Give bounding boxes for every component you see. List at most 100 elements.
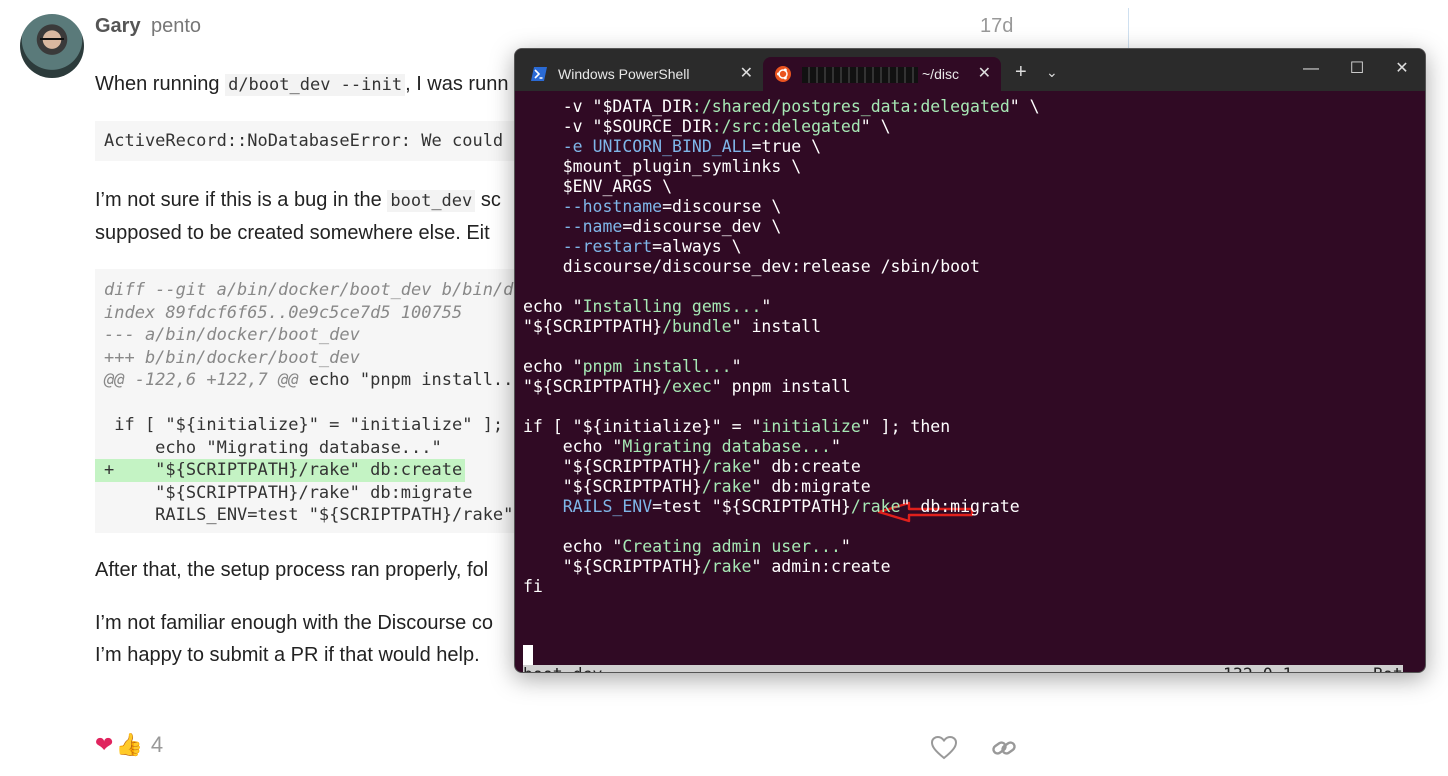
- terminal-token: echo ": [523, 297, 583, 316]
- terminal-line: "${SCRIPTPATH}/bundle" install: [523, 317, 821, 337]
- terminal-token: =discourse \: [662, 197, 782, 216]
- diff-line: echo "Migrating database...": [104, 437, 442, 458]
- tab-title-path: ~/disc: [922, 66, 959, 82]
- p2-inline-code: boot_dev: [387, 190, 476, 212]
- timeline-divider: [1128, 8, 1129, 48]
- terminal-token: echo ": [523, 357, 583, 376]
- diff-line: if [ "${initialize}" = "initialize" ];: [104, 415, 504, 435]
- tab-close-icon[interactable]: ✕: [978, 57, 991, 91]
- like-heart-icon[interactable]: [930, 734, 958, 762]
- tab-title-ubuntu: ~/disc: [802, 57, 959, 91]
- diff-hunk-line: @@ -122,6 +122,7 @@ echo "pnpm install..…: [95, 369, 535, 392]
- avatar-glasses-icon: [40, 38, 64, 44]
- diff-line: "${SCRIPTPATH}/rake" db:migrate: [104, 482, 473, 503]
- terminal-token: /rake: [701, 557, 752, 576]
- tab-close-icon[interactable]: ✕: [740, 57, 753, 91]
- terminal-line: --restart=always \: [523, 237, 742, 257]
- terminal-token: Installing gems...: [582, 297, 762, 316]
- diff-line: --- a/bin/docker/boot_dev: [104, 325, 360, 345]
- status-filename: boot_dev: [523, 665, 602, 672]
- heart-icon[interactable]: ❤: [95, 732, 113, 757]
- terminal-line: RAILS_ENV=test "${SCRIPTPATH}/rake" db:m…: [523, 497, 1020, 517]
- terminal-token: " db:migrate: [751, 477, 871, 496]
- terminal-line: -v "$SOURCE_DIR:/src:delegated" \: [523, 117, 891, 137]
- terminal-token: =test "${SCRIPTPATH}: [652, 497, 851, 516]
- terminal-token: ": [761, 297, 772, 316]
- terminal-token: " pnpm install: [711, 377, 851, 396]
- terminal-content[interactable]: boot_dev 132,0-1 Bot -v "$DATA_DIR:/shar…: [515, 97, 1425, 672]
- post-username[interactable]: Gary: [95, 15, 141, 38]
- terminal-line: $mount_plugin_symlinks \: [523, 157, 801, 177]
- terminal-token: =always \: [652, 237, 742, 256]
- terminal-window[interactable]: Windows PowerShell ✕ ~/disc ✕ + ⌄ — ☐ ✕ …: [514, 48, 1426, 673]
- terminal-token: echo ": [523, 437, 623, 456]
- tab-title-powershell: Windows PowerShell: [558, 66, 690, 82]
- p1-text-pre: When running: [95, 73, 226, 95]
- terminal-token: "${SCRIPTPATH}: [523, 557, 702, 576]
- terminal-token: " \: [860, 117, 891, 136]
- diff-code-block: diff --git a/bin/docker/boot_dev b/bin/d…: [95, 269, 535, 533]
- terminal-line: discourse/discourse_dev:release /sbin/bo…: [523, 257, 980, 277]
- share-link-icon[interactable]: [990, 734, 1018, 762]
- terminal-token: ": [840, 537, 851, 556]
- terminal-line: --hostname=discourse \: [523, 197, 782, 217]
- terminal-token: " install: [731, 317, 822, 336]
- ubuntu-icon: [775, 66, 791, 82]
- terminal-token: =discourse_dev \: [622, 217, 782, 236]
- post-date[interactable]: 17d: [980, 15, 1013, 38]
- terminal-token: $ENV_ARGS \: [523, 177, 673, 196]
- terminal-tab-bar: Windows PowerShell ✕ ~/disc ✕ + ⌄ — ☐ ✕: [515, 49, 1425, 91]
- terminal-token: /rake: [850, 497, 901, 516]
- post-handle[interactable]: pento: [151, 15, 201, 38]
- terminal-token: /exec: [662, 377, 712, 396]
- terminal-token: "${SCRIPTPATH}: [523, 477, 702, 496]
- diff-hunk-context: echo "pnpm install...: [298, 370, 524, 390]
- status-position: 132,0-1: [1223, 665, 1293, 672]
- tab-dropdown-chevron-icon[interactable]: ⌄: [1046, 61, 1058, 83]
- terminal-token: -e: [562, 137, 583, 156]
- diff-line: diff --git a/bin/docker/boot_dev b/bin/d: [104, 280, 514, 300]
- terminal-token: /rake: [701, 457, 752, 476]
- terminal-token: --restart: [562, 237, 653, 256]
- post-paragraph-2: I’m not sure if this is a bug in the boo…: [95, 184, 501, 249]
- new-tab-plus-icon[interactable]: +: [1015, 61, 1027, 83]
- terminal-token: Creating admin user...: [622, 537, 841, 556]
- maximize-icon[interactable]: ☐: [1347, 59, 1367, 79]
- terminal-line: "${SCRIPTPATH}/rake" db:migrate: [523, 477, 871, 497]
- terminal-cursor: [523, 645, 533, 665]
- avatar[interactable]: [20, 14, 84, 78]
- terminal-token: /rake: [701, 477, 752, 496]
- terminal-token: " db:migrate: [900, 497, 1020, 516]
- diff-line: index 89fdcf6f65..0e9c5ce7d5 100755: [104, 302, 463, 323]
- terminal-token: fi: [523, 577, 543, 596]
- thumbs-up-icon[interactable]: 👍: [115, 732, 142, 757]
- error-code-block: ActiveRecord::NoDatabaseError: We could: [95, 121, 535, 161]
- terminal-token: pnpm install...: [582, 357, 732, 376]
- terminal-token: --hostname: [562, 197, 663, 216]
- terminal-token: :/shared/postgres_data:delegated: [691, 97, 1010, 116]
- p4-line-1: I’m not familiar enough with the Discour…: [95, 612, 493, 634]
- window-close-icon[interactable]: ✕: [1392, 59, 1412, 79]
- minimize-icon[interactable]: —: [1301, 59, 1321, 79]
- tab-windows-powershell[interactable]: Windows PowerShell ✕: [519, 57, 763, 91]
- terminal-line: echo "Migrating database...": [523, 437, 841, 457]
- tab-ubuntu[interactable]: ~/disc ✕: [763, 57, 1001, 91]
- p4-line-2: I’m happy to submit a PR if that would h…: [95, 644, 480, 666]
- terminal-token: " admin:create: [751, 557, 891, 576]
- powershell-icon: [531, 67, 547, 81]
- terminal-token: echo ": [523, 537, 623, 556]
- terminal-line: echo "pnpm install...": [523, 357, 742, 377]
- reactions-bar[interactable]: ❤👍 4: [95, 732, 163, 758]
- status-scroll: Bot: [1373, 665, 1403, 672]
- terminal-token: " ]; then: [860, 417, 951, 436]
- terminal-token: -v "$DATA_DIR: [523, 97, 692, 116]
- terminal-token: "${SCRIPTPATH}: [523, 457, 702, 476]
- terminal-line: echo "Installing gems...": [523, 297, 771, 317]
- p1-text-post: , I was runn: [405, 73, 509, 95]
- terminal-token: discourse/discourse_dev:release /sbin/bo…: [523, 257, 980, 276]
- terminal-token: --name: [562, 217, 623, 236]
